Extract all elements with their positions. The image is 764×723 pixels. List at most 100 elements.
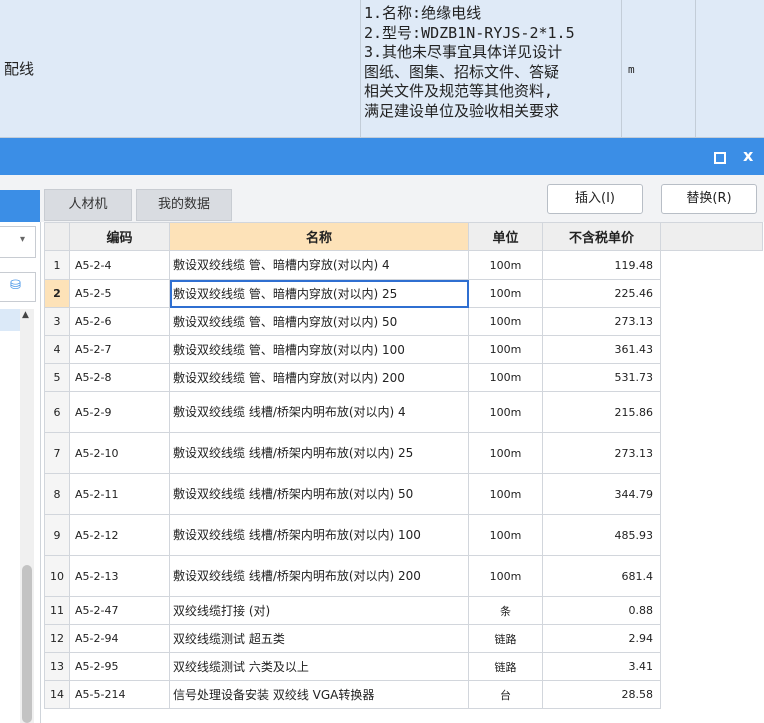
unit-cell[interactable]: 100m — [468, 473, 543, 515]
tab-my-data[interactable]: 我的数据 — [136, 189, 232, 221]
price-cell[interactable]: 225.46 — [542, 279, 661, 308]
price-cell[interactable]: 273.13 — [542, 432, 661, 474]
table-row[interactable]: 7 A5-2-10 敷设双绞线缆 线槽/桥架内明布放(对以内) 25 100m 273.… — [44, 432, 763, 474]
table-row[interactable]: 8 A5-2-11 敷设双绞线缆 线槽/桥架内明布放(对以内) 50 100m 344.… — [44, 473, 763, 515]
tab-materials[interactable]: 人材机 — [44, 189, 132, 221]
column-header-name[interactable]: 名称 — [169, 222, 469, 251]
table-row[interactable]: 13 A5-2-95 双绞线缆测试 六类及以上 链路 3.41 — [44, 652, 763, 681]
code-cell[interactable]: A5-2-12 — [69, 514, 170, 556]
unit-cell[interactable]: 链路 — [468, 652, 543, 681]
code-cell[interactable]: A5-2-13 — [69, 555, 170, 597]
code-cell[interactable]: A5-2-47 — [69, 596, 170, 625]
unit-cell[interactable]: 100m — [468, 335, 543, 364]
scroll-up-icon[interactable]: ▲ — [22, 310, 29, 320]
restore-icon[interactable] — [714, 152, 726, 164]
close-icon[interactable]: x — [743, 146, 753, 165]
column-header-code[interactable]: 编码 — [69, 222, 170, 251]
column-header-unit[interactable]: 单位 — [468, 222, 543, 251]
name-cell[interactable]: 敷设双绞线缆 管、暗槽内穿放(对以内) 200 — [169, 363, 469, 392]
price-cell[interactable]: 119.48 — [542, 250, 661, 280]
table-row[interactable]: 10 A5-2-13 敷设双绞线缆 线槽/桥架内明布放(对以内) 200 100m 68… — [44, 555, 763, 597]
row-number[interactable]: 4 — [44, 335, 70, 364]
name-cell[interactable]: 敷设双绞线缆 管、暗槽内穿放(对以内) 4 — [169, 250, 469, 280]
name-cell[interactable]: 敷设双绞线缆 管、暗槽内穿放(对以内) 25 — [169, 279, 469, 308]
unit-cell[interactable]: 100m — [468, 363, 543, 392]
tree-tool-button[interactable]: ⛁ — [0, 272, 36, 302]
code-cell[interactable]: A5-2-11 — [69, 473, 170, 515]
code-cell[interactable]: A5-2-4 — [69, 250, 170, 280]
row-number[interactable]: 14 — [44, 680, 70, 709]
item-name-cell[interactable]: 配线 — [0, 0, 361, 137]
unit-cell[interactable]: 链路 — [468, 624, 543, 653]
price-cell[interactable]: 361.43 — [542, 335, 661, 364]
table-row[interactable]: 5 A5-2-8 敷设双绞线缆 管、暗槽内穿放(对以内) 200 100m 531.73 — [44, 363, 763, 392]
price-cell[interactable]: 3.41 — [542, 652, 661, 681]
table-row[interactable]: 4 A5-2-7 敷设双绞线缆 管、暗槽内穿放(对以内) 100 100m 361.43 — [44, 335, 763, 364]
price-cell[interactable]: 2.94 — [542, 624, 661, 653]
row-number[interactable]: 7 — [44, 432, 70, 474]
row-number[interactable]: 11 — [44, 596, 70, 625]
code-cell[interactable]: A5-2-94 — [69, 624, 170, 653]
row-number[interactable]: 2 — [44, 279, 70, 308]
price-cell[interactable]: 531.73 — [542, 363, 661, 392]
unit-cell[interactable]: 台 — [468, 680, 543, 709]
code-cell[interactable]: A5-5-214 — [69, 680, 170, 709]
unit-cell[interactable]: 条 — [468, 596, 543, 625]
name-cell[interactable]: 敷设双绞线缆 线槽/桥架内明布放(对以内) 4 — [169, 391, 469, 433]
row-number[interactable]: 12 — [44, 624, 70, 653]
table-row[interactable]: 3 A5-2-6 敷设双绞线缆 管、暗槽内穿放(对以内) 50 100m 273.13 — [44, 307, 763, 336]
scroll-thumb[interactable] — [22, 565, 32, 723]
table-row[interactable]: 1 A5-2-4 敷设双绞线缆 管、暗槽内穿放(对以内) 4 100m 119.48 — [44, 250, 763, 280]
price-cell[interactable]: 681.4 — [542, 555, 661, 597]
row-number[interactable]: 9 — [44, 514, 70, 556]
code-cell[interactable]: A5-2-95 — [69, 652, 170, 681]
unit-cell[interactable]: 100m — [468, 250, 543, 280]
row-number[interactable]: 10 — [44, 555, 70, 597]
row-number[interactable]: 13 — [44, 652, 70, 681]
table-row[interactable]: 9 A5-2-12 敷设双绞线缆 线槽/桥架内明布放(对以内) 100 100m 485… — [44, 514, 763, 556]
price-cell[interactable]: 344.79 — [542, 473, 661, 515]
price-cell[interactable]: 0.88 — [542, 596, 661, 625]
table-row[interactable]: 11 A5-2-47 双绞线缆打接 (对) 条 0.88 — [44, 596, 763, 625]
name-cell[interactable]: 双绞线缆测试 六类及以上 — [169, 652, 469, 681]
table-row[interactable]: 12 A5-2-94 双绞线缆测试 超五类 链路 2.94 — [44, 624, 763, 653]
row-number[interactable]: 1 — [44, 250, 70, 280]
name-cell[interactable]: 敷设双绞线缆 线槽/桥架内明布放(对以内) 25 — [169, 432, 469, 474]
left-tab-accent[interactable] — [0, 190, 40, 222]
unit-cell[interactable]: 100m — [468, 432, 543, 474]
item-unit-cell[interactable]: m — [622, 0, 696, 137]
unit-cell[interactable]: 100m — [468, 279, 543, 308]
dialog-titlebar[interactable]: x — [0, 138, 764, 175]
name-cell[interactable]: 敷设双绞线缆 线槽/桥架内明布放(对以内) 200 — [169, 555, 469, 597]
price-cell[interactable]: 28.58 — [542, 680, 661, 709]
price-cell[interactable]: 485.93 — [542, 514, 661, 556]
code-cell[interactable]: A5-2-8 — [69, 363, 170, 392]
table-row[interactable]: 2 A5-2-5 敷设双绞线缆 管、暗槽内穿放(对以内) 25 100m 225.46 — [44, 279, 763, 308]
row-number[interactable]: 3 — [44, 307, 70, 336]
category-dropdown[interactable]: ▾ — [0, 226, 36, 258]
insert-button[interactable]: 插入(I) — [547, 184, 643, 214]
price-cell[interactable]: 273.13 — [542, 307, 661, 336]
row-number[interactable]: 6 — [44, 391, 70, 433]
table-row[interactable]: 14 A5-5-214 信号处理设备安装 双绞线 VGA转换器台 28.58 — [44, 680, 763, 709]
unit-cell[interactable]: 100m — [468, 555, 543, 597]
row-number[interactable]: 5 — [44, 363, 70, 392]
price-cell[interactable]: 215.86 — [542, 391, 661, 433]
item-description-cell[interactable]: 1.名称:绝缘电线 2.型号:WDZB1N-RYJS-2*1.5 3.其他未尽事… — [361, 0, 622, 137]
row-number[interactable]: 8 — [44, 473, 70, 515]
unit-cell[interactable]: 100m — [468, 514, 543, 556]
code-cell[interactable]: A5-2-10 — [69, 432, 170, 474]
code-cell[interactable]: A5-2-9 — [69, 391, 170, 433]
name-cell[interactable]: 敷设双绞线缆 管、暗槽内穿放(对以内) 50 — [169, 307, 469, 336]
unit-cell[interactable]: 100m — [468, 307, 543, 336]
name-cell[interactable]: 信号处理设备安装 双绞线 VGA转换器 — [169, 680, 469, 709]
table-row[interactable]: 6 A5-2-9 敷设双绞线缆 线槽/桥架内明布放(对以内) 4 100m 215.86 — [44, 391, 763, 433]
name-cell[interactable]: 双绞线缆打接 (对) — [169, 596, 469, 625]
code-cell[interactable]: A5-2-6 — [69, 307, 170, 336]
unit-cell[interactable]: 100m — [468, 391, 543, 433]
code-cell[interactable]: A5-2-7 — [69, 335, 170, 364]
name-cell[interactable]: 敷设双绞线缆 管、暗槽内穿放(对以内) 100 — [169, 335, 469, 364]
tree-selected-item[interactable] — [0, 309, 20, 331]
name-cell[interactable]: 敷设双绞线缆 线槽/桥架内明布放(对以内) 100 — [169, 514, 469, 556]
code-cell[interactable]: A5-2-5 — [69, 279, 170, 308]
